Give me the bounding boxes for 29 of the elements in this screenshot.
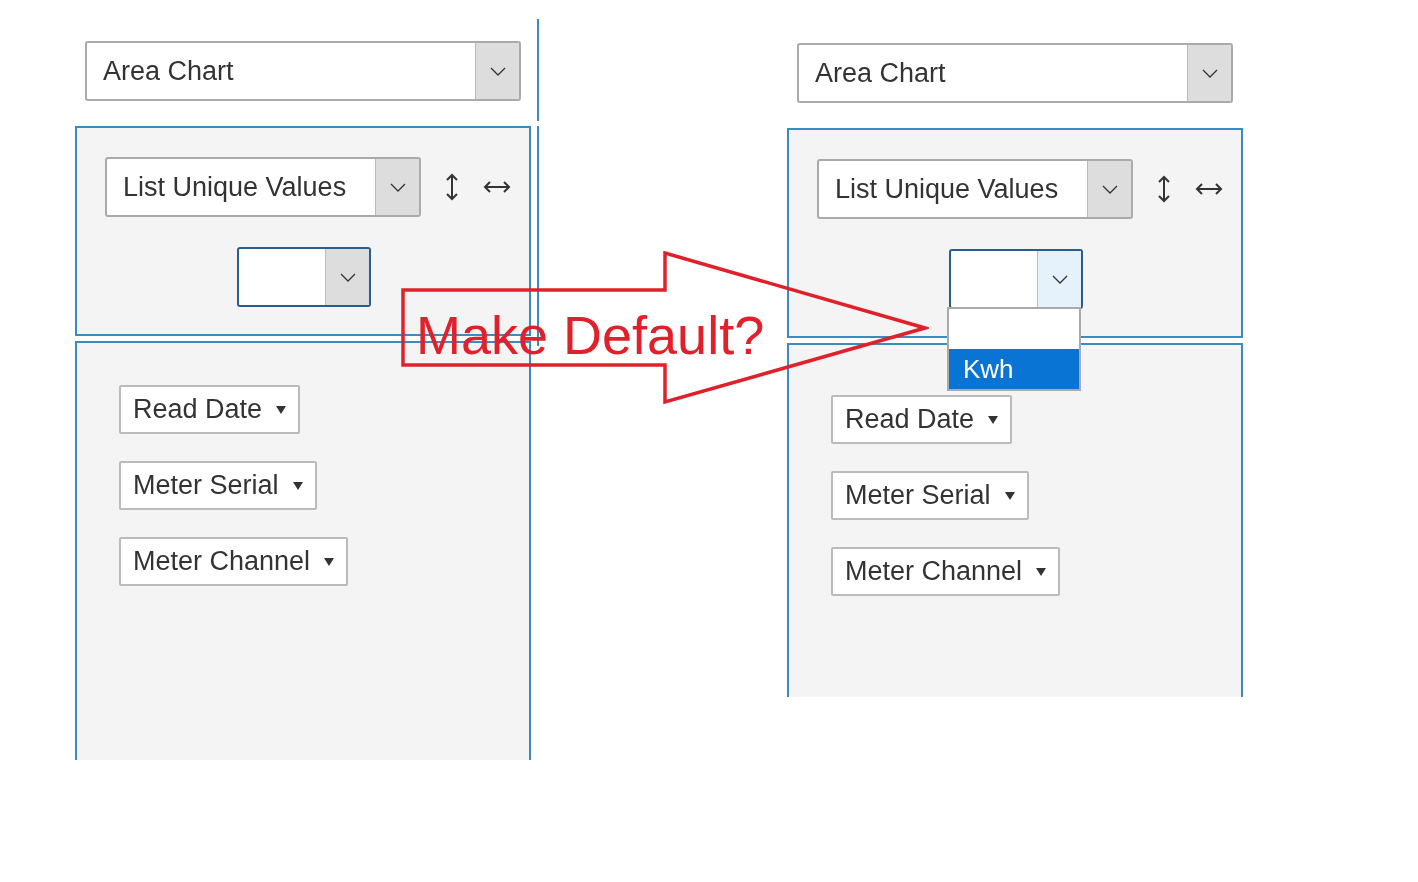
value-dropdown[interactable]: [237, 247, 371, 307]
vertical-resize-icon[interactable]: [1157, 175, 1171, 203]
chevron-down-icon: [1051, 274, 1068, 284]
chevron-down-icon: [1101, 184, 1118, 194]
chart-type-dropdown[interactable]: Area Chart: [797, 43, 1233, 103]
chevron-down-icon: [389, 182, 406, 192]
aggregate-dropdown[interactable]: List Unique Values: [105, 157, 421, 217]
field-button[interactable]: Meter Serial: [831, 471, 1029, 520]
value-dropdown[interactable]: [949, 249, 1083, 309]
field-button[interactable]: Read Date: [831, 395, 1013, 444]
chevron-down-icon: [1201, 68, 1218, 78]
chevron-down-icon: [339, 272, 356, 282]
caret-down-icon: [1004, 491, 1015, 500]
field-button[interactable]: Meter Channel: [119, 537, 349, 586]
caret-down-icon: [1036, 567, 1047, 576]
chart-type-dropdown[interactable]: Area Chart: [85, 41, 521, 101]
vertical-resize-icon[interactable]: [445, 173, 459, 201]
caret-down-icon: [988, 415, 999, 424]
aggregate-dropdown[interactable]: List Unique Values: [817, 159, 1133, 219]
field-button[interactable]: Meter Channel: [831, 547, 1061, 596]
caret-down-icon: [292, 481, 303, 490]
caret-down-icon: [324, 557, 335, 566]
chevron-down-icon: [489, 66, 506, 76]
horizontal-resize-icon[interactable]: [1195, 182, 1223, 196]
caret-down-icon: [276, 405, 287, 414]
field-button[interactable]: Read Date: [119, 385, 301, 434]
horizontal-resize-icon[interactable]: [483, 180, 511, 194]
dropdown-option[interactable]: Kwh: [949, 349, 1079, 389]
field-button[interactable]: Meter Serial: [119, 461, 317, 510]
